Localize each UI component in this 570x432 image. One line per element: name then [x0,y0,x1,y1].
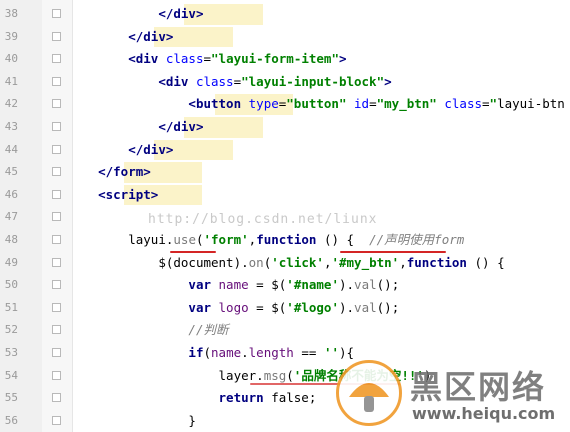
code-text: <div class="layui-input-block"> [158,73,392,89]
code-line[interactable]: 46 <script> [0,184,570,207]
code-text: </form> [98,164,151,180]
code-text: </div> [158,119,204,134]
fold-toggle-icon[interactable] [52,235,61,244]
fold-toggle-icon[interactable] [52,144,61,154]
code-text: <script> [98,186,159,202]
code-text: <button type="button" id="my_btn" class=… [188,96,565,112]
line-number: 47 [4,210,18,224]
code-line[interactable]: 51 var logo = $('#logo').val(); [0,297,570,320]
line-number: 43 [4,120,18,133]
fold-toggle-icon[interactable] [52,257,61,267]
mushroom-logo-icon [336,360,402,426]
fold-toggle-icon[interactable] [52,9,61,18]
code-text: } [188,412,196,428]
code-text: var name = $('#name').val(); [188,277,400,293]
line-number: 39 [4,29,18,43]
code-line[interactable]: 48 layui.use('form',function () { //声明使用… [0,229,570,252]
heiqu-logo: 黑区网络 www.heiqu.com [336,360,566,428]
code-text: layui.use('form',function () { //声明使用for… [128,232,465,247]
fold-toggle-icon[interactable] [52,54,61,64]
line-number: 49 [4,255,18,269]
code-line[interactable]: 43 </div> [0,116,570,139]
code-line[interactable]: 39 </div> [0,26,570,49]
logo-url-text: www.heiqu.com [412,404,556,423]
line-number: 53 [4,346,18,359]
fold-toggle-icon[interactable] [52,189,61,199]
line-number: 40 [4,52,18,66]
line-number: 50 [4,278,18,292]
code-line[interactable]: 44 </div> [0,139,570,162]
code-text: //判断 [188,322,229,338]
code-text: var logo = $('#logo').val(); [188,299,400,315]
fold-toggle-icon[interactable] [52,370,61,380]
fold-toggle-icon[interactable] [52,325,61,335]
blog-watermark: http://blog.csdn.net/liunx [148,212,378,227]
fold-toggle-icon[interactable] [52,393,61,403]
code-line[interactable]: 40 <div class="layui-form-item"> [0,48,570,71]
fold-toggle-icon[interactable] [52,415,61,425]
line-number: 42 [4,97,18,111]
code-line[interactable]: 49 $(document).on('click','#my_btn',func… [0,252,570,275]
line-number: 54 [4,368,18,382]
code-editor[interactable]: 38 </div> 39 </div> 40 <div class="layui-f… [0,0,570,432]
fold-toggle-icon[interactable] [52,280,61,290]
line-number: 46 [4,187,18,201]
fold-toggle-icon[interactable] [52,348,61,357]
code-line[interactable]: 41 <div class="layui-input-block"> [0,71,570,94]
comment-underline [340,251,446,253]
line-number: 44 [4,142,18,156]
code-line[interactable]: 42 <button type="button" id="my_btn" cla… [0,93,570,116]
code-text: </div> [128,141,174,157]
line-number: 55 [4,391,18,405]
line-number: 45 [4,165,18,179]
fold-toggle-icon[interactable] [52,99,61,109]
line-number: 38 [4,7,18,20]
fold-toggle-icon[interactable] [52,76,61,86]
line-number: 51 [4,300,18,314]
code-line[interactable]: 38 </div> [0,3,570,26]
form-underline [170,251,216,253]
code-text: </div> [128,28,174,44]
code-text: <div class="layui-form-item"> [128,51,347,67]
line-number: 52 [4,323,18,337]
code-text: </div> [158,6,204,21]
code-line[interactable]: 45 </form> [0,161,570,184]
logo-chinese-text: 黑区网络 [410,368,547,406]
fold-toggle-icon[interactable] [52,212,61,222]
code-text: return false; [218,390,317,406]
code-line[interactable]: 52 //判断 [0,319,570,342]
line-number: 48 [4,233,18,246]
code-text: $(document).on('click','#my_btn',functio… [158,254,505,270]
code-line[interactable]: 50 var name = $('#name').val(); [0,274,570,297]
fold-toggle-icon[interactable] [52,31,61,41]
code-text: if(name.length == ''){ [188,345,355,360]
mushroom-icon [349,383,389,412]
fold-toggle-icon[interactable] [52,167,61,177]
fold-toggle-icon[interactable] [52,302,61,312]
line-number: 56 [4,413,18,427]
line-number: 41 [4,74,18,88]
fold-toggle-icon[interactable] [52,122,61,131]
